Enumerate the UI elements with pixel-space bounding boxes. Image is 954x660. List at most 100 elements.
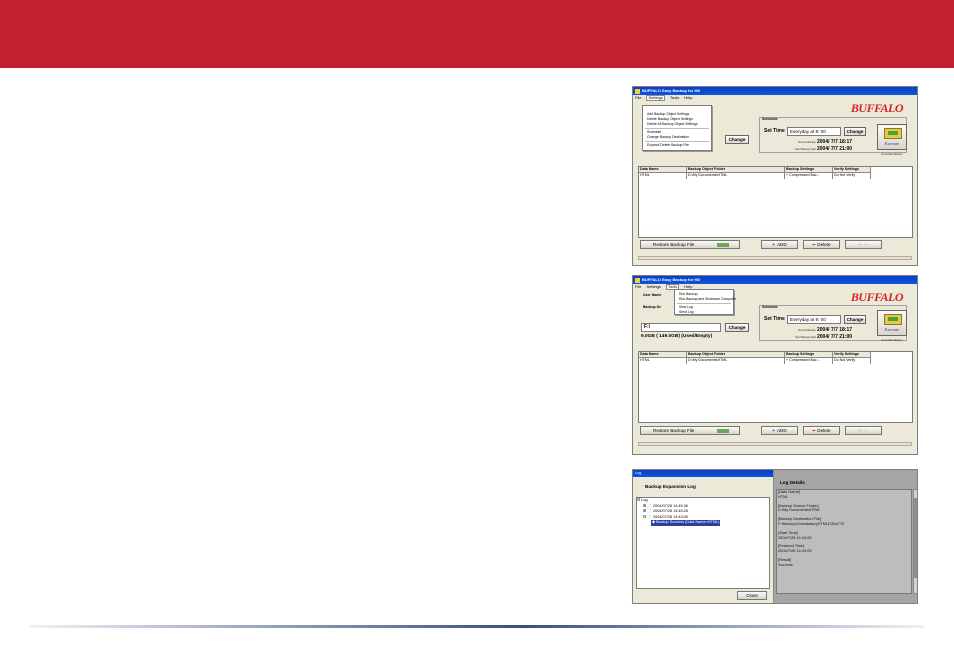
- title-bar: BUFFALO Easy Backup for HD: [633, 276, 917, 284]
- log-entry-2: 2004/07/28 14:45:28: [653, 509, 688, 513]
- delete-label: Delete: [817, 242, 831, 247]
- tools-dropdown: Run Backup Run Backup and Shutdown Compu…: [674, 289, 736, 315]
- set-time-field[interactable]: Everyday at 9: 00: [787, 127, 841, 136]
- buffalo-logo: BUFFALO: [850, 101, 904, 115]
- menu-file[interactable]: File: [635, 284, 641, 290]
- app-icon: [635, 277, 640, 283]
- immediate-backup-caption: Immediate Backup: [881, 339, 903, 342]
- last-backup-value: 2004/ 7/7 18:17: [817, 139, 853, 145]
- user-name-label: User Name: [643, 293, 662, 297]
- execute-label: Execute: [884, 141, 900, 146]
- schedule-title: Schedule: [762, 305, 778, 309]
- change-destination-button[interactable]: Change: [725, 323, 749, 332]
- execute-button[interactable]: Execute: [877, 124, 907, 150]
- change-destination-button[interactable]: Change: [725, 135, 749, 144]
- tree-item-selected[interactable]: ◆ Backup Success (Data Name=HTML): [637, 520, 769, 526]
- add-button[interactable]: + ADD: [761, 426, 798, 435]
- backup-object-grid: Data Name Backup Object Folder Backup Se…: [638, 351, 913, 423]
- log-entry-1: 2004/07/28 14:45:36: [653, 503, 688, 508]
- restore-backup-button[interactable]: Restore Backup File: [640, 240, 740, 249]
- last-backup-label: Normal Backup: [798, 141, 816, 144]
- menu-file[interactable]: File: [635, 95, 641, 101]
- restore-icon: [717, 243, 729, 247]
- log-list-pane: Backup Expansion Log ⊟ Log ⊞ 📄 2004/07/2…: [633, 477, 773, 603]
- header-banner: [0, 0, 954, 68]
- table-row[interactable]: HTML D:\My Documents\HTML + Compressed B…: [639, 173, 912, 179]
- next-backup-label: Next Backup Start: [795, 336, 816, 339]
- delete-label: Delete: [817, 428, 831, 433]
- last-backup-label: Normal Backup: [798, 329, 816, 332]
- log-details-title: Log Details: [780, 480, 805, 485]
- title-bar: BUFFALO Easy Backup for HD: [633, 87, 917, 95]
- plus-icon: +: [772, 428, 775, 433]
- restore-icon: [717, 429, 729, 433]
- log-tree: ⊟ Log ⊞ 📄 2004/07/28 14:45:36 ⊞ 📄 2004/0…: [636, 497, 770, 589]
- add-button[interactable]: + ADD: [761, 240, 798, 249]
- capacity-text: 9.0GB ( 149.0GB) (Used/Empty): [641, 334, 713, 339]
- log-list-title: Backup Expansion Log: [645, 484, 696, 489]
- restore-backup-button[interactable]: Restore Backup File: [640, 426, 740, 435]
- set-time-label: Set Time: [764, 316, 785, 322]
- app-icon: [635, 88, 640, 94]
- window-title: BUFFALO Easy Backup for HD: [642, 88, 701, 93]
- menu-separator: [645, 141, 709, 142]
- add-label: ADD: [776, 242, 787, 247]
- plus-icon: +: [772, 242, 775, 247]
- details-scrollbar[interactable]: [913, 489, 917, 594]
- selected-log-entry: Backup Success (Data Name=HTML): [655, 520, 720, 524]
- menu-item-change-destination[interactable]: Change Backup Destination: [643, 135, 711, 140]
- minus-icon: ━: [812, 428, 816, 433]
- settings-dropdown: Add Backup Object Settings Delete Backup…: [642, 105, 712, 151]
- close-button[interactable]: Close: [737, 591, 767, 600]
- backup-destination-label: Backup De: [643, 305, 662, 309]
- destination-drive-field[interactable]: F:\: [641, 323, 721, 332]
- cell-verify-settings: Do Not Verify: [833, 173, 871, 179]
- set-time-field[interactable]: Everyday at 9: 00: [787, 315, 841, 324]
- change-schedule-button[interactable]: Change: [844, 127, 866, 136]
- cell-backup-folder: D:\My Documents\HTML: [687, 173, 785, 179]
- window-title: BUFFALO Easy Backup for HD: [642, 277, 701, 282]
- next-backup-value: 2004/ 7/7 21:00: [817, 334, 853, 340]
- status-bar: [638, 256, 912, 260]
- delete-button[interactable]: ━ Delete: [803, 426, 840, 435]
- menu-item-send-log[interactable]: Send Log: [675, 310, 733, 315]
- cell-data-name: HTML: [639, 358, 687, 364]
- menu-settings[interactable]: Settings: [646, 95, 665, 101]
- scrollbar-thumb[interactable]: [914, 498, 917, 578]
- execute-icon: [884, 128, 902, 139]
- log-details-text: [Data Name] HTML [Backup Source Folder] …: [776, 489, 912, 594]
- cell-backup-settings: + Compressed Bac...: [785, 358, 833, 364]
- delete-button[interactable]: ━ Delete: [803, 240, 840, 249]
- cell-backup-folder: D:\My Documents\HTML: [687, 358, 785, 364]
- buffalo-logo: BUFFALO: [850, 290, 904, 304]
- menu-item-delete-all-backup-objects[interactable]: Delete All Backup Object Settings: [643, 122, 711, 127]
- schedule-title: Schedule: [762, 117, 778, 121]
- bottom-toolbar: Restore Backup File + ADD ━ Delete ↵ ▫ ▫: [638, 240, 912, 250]
- screenshot-settings-menu: BUFFALO Easy Backup for HD File Settings…: [632, 86, 918, 266]
- immediate-backup-caption: Immediate Backup: [881, 153, 903, 156]
- menu-help[interactable]: Help: [684, 95, 692, 101]
- footer-rule: [30, 625, 924, 628]
- screenshot-tools-menu: BUFFALO Easy Backup for HD File Settings…: [632, 275, 918, 455]
- menu-item-run-backup-shutdown[interactable]: Run Backup and Shutdown Computer: [675, 297, 736, 302]
- add-label: ADD: [776, 428, 787, 433]
- menu-tools[interactable]: Tools: [670, 95, 679, 101]
- menu-separator: [677, 303, 731, 304]
- backup-object-grid: Data Name Backup Object Folder Backup Se…: [638, 166, 913, 238]
- status-bar: [638, 442, 912, 446]
- tree-root-label: Log: [641, 498, 648, 502]
- change-schedule-button[interactable]: Change: [844, 315, 866, 324]
- screenshot-log-window: Log Backup Expansion Log ⊟ Log ⊞ 📄 2004/…: [632, 469, 918, 604]
- table-row[interactable]: HTML D:\My Documents\HTML + Compressed B…: [639, 358, 912, 364]
- set-time-label: Set Time: [764, 128, 785, 134]
- menu-item-expand-delete-backup[interactable]: Expand/ Delete Backup File: [643, 143, 711, 148]
- cell-verify-settings: Do Not Verify: [833, 358, 871, 364]
- next-backup-label: Next Backup Start: [795, 148, 816, 151]
- restore-label: Restore Backup File: [653, 428, 695, 433]
- next-backup-value: 2004/ 7/7 21:00: [817, 146, 853, 152]
- execute-button[interactable]: Execute: [877, 310, 907, 336]
- menu-separator: [645, 128, 709, 129]
- menu-settings[interactable]: Settings: [646, 284, 660, 290]
- disabled-edit-button[interactable]: ↵ ▫ ▫: [845, 240, 882, 249]
- disabled-edit-button[interactable]: ↵ ▫ ▫: [845, 426, 882, 435]
